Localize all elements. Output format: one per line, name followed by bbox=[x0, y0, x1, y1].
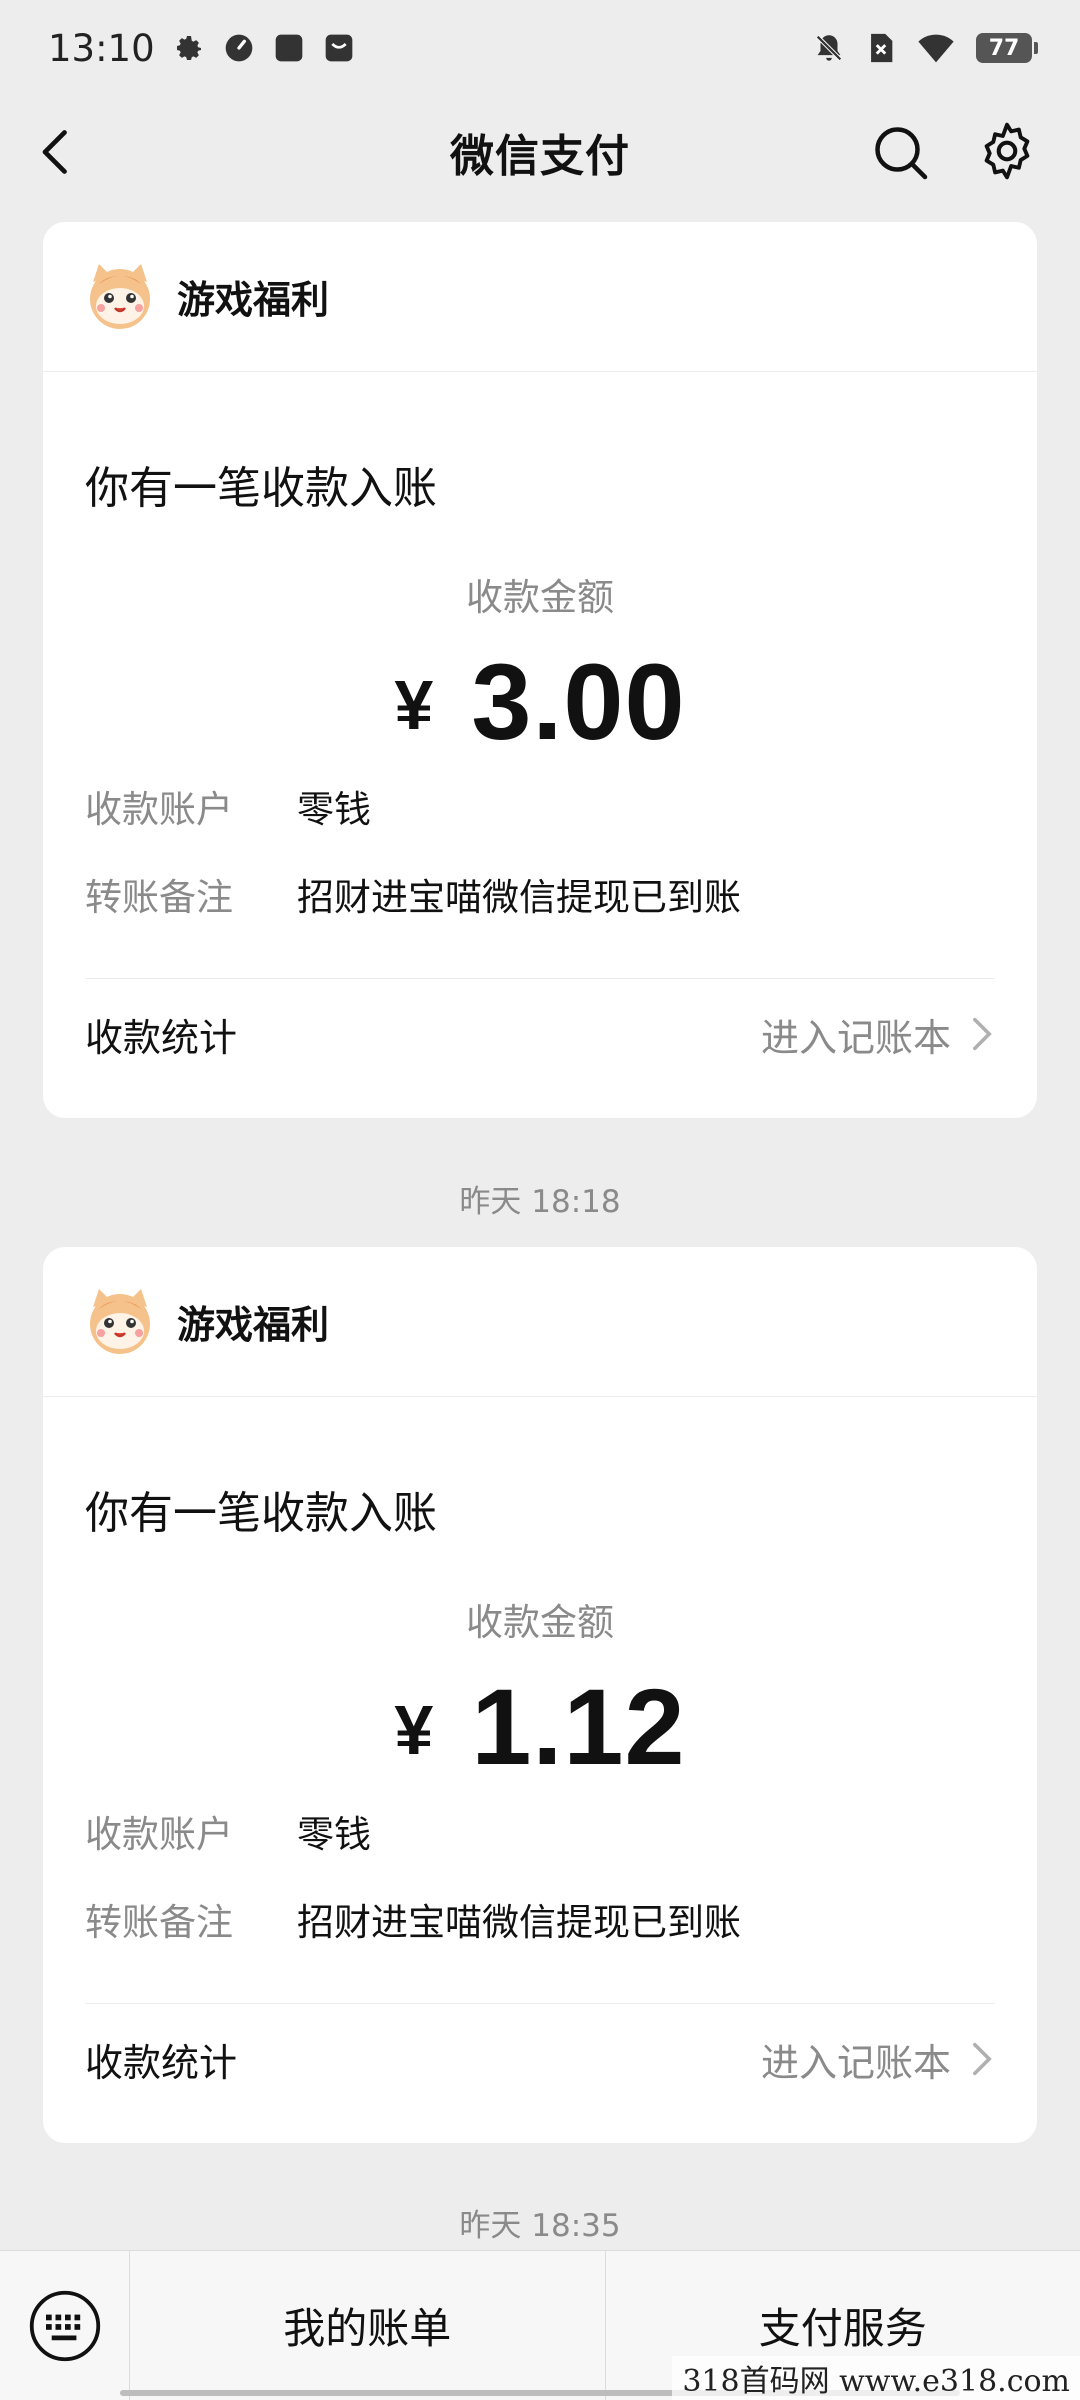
detail-key: 转账备注 bbox=[85, 1901, 233, 1944]
currency-symbol: ¥ bbox=[394, 1691, 434, 1769]
timestamp: 昨天 18:35 bbox=[459, 2208, 621, 2244]
chevron-left-icon[interactable] bbox=[32, 126, 84, 178]
detail-row: 转账备注 招财进宝喵微信提现已到账 bbox=[85, 850, 995, 938]
nav-bar: 微信支付 bbox=[0, 96, 1080, 208]
ledger-link[interactable]: 进入记账本 bbox=[761, 1007, 995, 1062]
cat-avatar-icon bbox=[90, 1288, 150, 1354]
app-icon bbox=[275, 34, 302, 62]
battery-level: 77 bbox=[988, 35, 1020, 61]
stat-label: 收款统计 bbox=[85, 2040, 238, 2085]
card-body: 你有一笔收款入账 收款金额 ¥3.00 收款账户 零钱 转账备注 招财进宝喵微信… bbox=[43, 458, 1037, 1089]
keyboard-icon bbox=[29, 2290, 100, 2361]
detail-row: 转账备注 招财进宝喵微信提现已到账 bbox=[85, 1875, 995, 1963]
card-headline: 你有一笔收款入账 bbox=[85, 1488, 437, 1539]
detail-row: 收款账户 零钱 bbox=[85, 762, 995, 850]
page-title: 微信支付 bbox=[450, 131, 630, 182]
detail-key: 转账备注 bbox=[85, 876, 233, 919]
amount: ¥1.12 bbox=[85, 1667, 995, 1787]
gear-icon bbox=[176, 36, 201, 60]
timestamp: 昨天 18:18 bbox=[459, 1184, 621, 1220]
payment-card[interactable]: 游戏福利 你有一笔收款入账 收款金额 ¥1.12 收款账户 零钱 转账备注 招财… bbox=[43, 1247, 1037, 2143]
sender-name: 游戏福利 bbox=[177, 278, 330, 322]
amount-label: 收款金额 bbox=[466, 576, 614, 619]
ledger-link-label: 进入记账本 bbox=[760, 1015, 951, 1060]
detail-value: 零钱 bbox=[297, 1813, 371, 1856]
ledger-link-row[interactable]: 收款统计 进入记账本 bbox=[85, 979, 995, 1089]
chevron-right-icon bbox=[973, 1017, 992, 1051]
amount: ¥3.00 bbox=[85, 642, 995, 762]
stat-label: 收款统计 bbox=[85, 1015, 238, 1060]
battery-icon: 77 bbox=[976, 33, 1038, 63]
search-icon[interactable] bbox=[870, 122, 930, 182]
status-bar: 13:10 77 bbox=[0, 0, 1080, 96]
detail-value: 招财进宝喵微信提现已到账 bbox=[297, 1901, 741, 1944]
detail-value: 零钱 bbox=[297, 788, 371, 831]
settings-gear-icon[interactable] bbox=[976, 120, 1038, 182]
detail-row: 收款账户 零钱 bbox=[85, 1787, 995, 1875]
detail-key: 收款账户 bbox=[85, 1813, 233, 1856]
keyboard-button[interactable] bbox=[0, 2250, 130, 2400]
status-right: 77 bbox=[812, 31, 1038, 65]
ledger-link-label: 进入记账本 bbox=[760, 2040, 951, 2085]
wifi-icon bbox=[918, 34, 954, 63]
amount-label: 收款金额 bbox=[466, 1601, 614, 1644]
currency-symbol: ¥ bbox=[394, 666, 434, 744]
sender-name: 游戏福利 bbox=[177, 1303, 330, 1347]
ledger-link-row[interactable]: 收款统计 进入记账本 bbox=[85, 2004, 995, 2114]
sim-icon bbox=[871, 33, 893, 63]
amount-value: 1.12 bbox=[471, 1666, 686, 1787]
cat-avatar-icon bbox=[90, 263, 150, 329]
card-headline: 你有一笔收款入账 bbox=[85, 463, 437, 514]
card-body: 你有一笔收款入账 收款金额 ¥1.12 收款账户 零钱 转账备注 招财进宝喵微信… bbox=[43, 1483, 1037, 2114]
watermark: 318首码网 www.e318.com bbox=[672, 2356, 1080, 2400]
payment-card[interactable]: 游戏福利 你有一笔收款入账 收款金额 ¥3.00 收款账户 零钱 转账备注 招财… bbox=[43, 222, 1037, 1118]
card-header[interactable]: 游戏福利 bbox=[43, 1247, 1037, 1397]
clock-icon bbox=[225, 34, 252, 62]
amount-value: 3.00 bbox=[471, 641, 686, 762]
detail-value: 招财进宝喵微信提现已到账 bbox=[297, 876, 741, 919]
status-left: 13:10 bbox=[48, 27, 355, 70]
tab-my-bills[interactable]: 我的账单 bbox=[130, 2251, 605, 2400]
detail-key: 收款账户 bbox=[85, 788, 233, 831]
ledger-link[interactable]: 进入记账本 bbox=[761, 2032, 995, 2087]
mail-icon bbox=[325, 34, 352, 62]
mute-icon bbox=[816, 35, 842, 61]
chevron-right-icon bbox=[973, 2042, 992, 2076]
status-time: 13:10 bbox=[48, 26, 155, 70]
card-header[interactable]: 游戏福利 bbox=[43, 222, 1037, 372]
